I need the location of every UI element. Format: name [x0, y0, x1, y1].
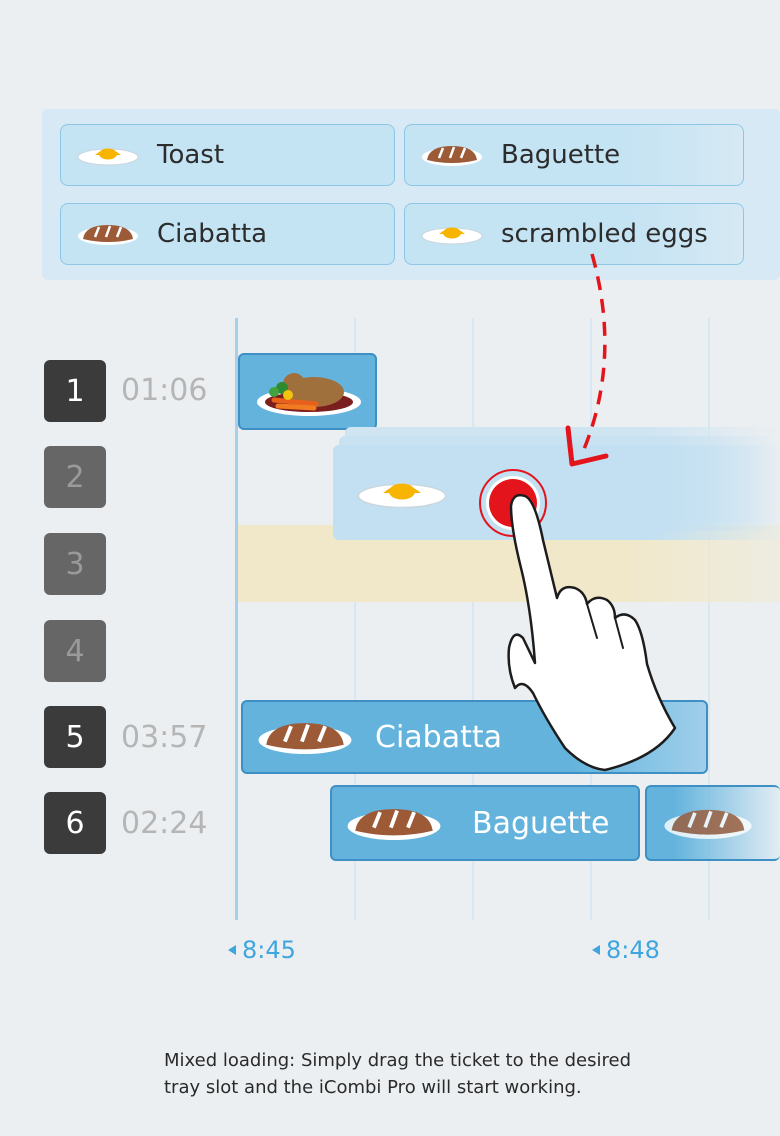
ticket-label: Toast	[157, 140, 225, 170]
ticket-label: Baguette	[501, 140, 621, 170]
time-marker-1: 8:48	[592, 936, 660, 964]
left-triangle-icon	[228, 945, 236, 955]
hand-pointer-icon	[507, 493, 677, 772]
egg-icon	[77, 148, 139, 166]
ticket-ciabatta[interactable]: Ciabatta	[60, 203, 395, 265]
slot-number-5: 5	[44, 706, 106, 768]
ticket-baguette[interactable]: Baguette	[404, 124, 744, 186]
slot-6-next-bar[interactable]	[645, 785, 780, 861]
time-marker-0: 8:45	[228, 936, 296, 964]
slot-timer-6: 02:24	[121, 806, 208, 841]
egg-icon	[357, 482, 447, 508]
slot-number-1: 1	[44, 360, 106, 422]
caption-line-1: Mixed loading: Simply drag the ticket to…	[164, 1050, 631, 1071]
drag-arrow-icon	[565, 253, 609, 467]
slot-number-6: 6	[44, 792, 106, 854]
ticket-label: scrambled eggs	[501, 219, 708, 249]
bread-icon	[77, 223, 139, 247]
time-marker-label: 8:48	[606, 936, 660, 964]
slot-number-3: 3	[44, 533, 106, 595]
roast-chicken-icon	[257, 372, 361, 416]
slot-5-bar-label: Ciabatta	[375, 719, 503, 755]
slot-6-cooking-bar[interactable]: Baguette	[330, 785, 640, 861]
bread-icon	[663, 808, 753, 841]
slot-timer-5: 03:57	[121, 720, 208, 755]
bread-icon	[346, 807, 442, 842]
caption: Mixed loading: Simply drag the ticket to…	[164, 1047, 684, 1101]
slot-6-bar-label: Baguette	[472, 805, 610, 841]
slot-number-4: 4	[44, 620, 106, 682]
slot-1-cooking-bar[interactable]	[238, 353, 377, 430]
slot-number-2: 2	[44, 446, 106, 508]
slot-timer-1: 01:06	[121, 373, 208, 408]
bread-icon	[421, 144, 483, 168]
caption-line-2: tray slot and the iCombi Pro will start …	[164, 1077, 582, 1098]
egg-icon	[421, 227, 483, 245]
bread-icon	[257, 721, 353, 756]
left-triangle-icon	[592, 945, 600, 955]
ticket-toast[interactable]: Toast	[60, 124, 395, 186]
time-marker-label: 8:45	[242, 936, 296, 964]
ticket-label: Ciabatta	[157, 219, 268, 249]
